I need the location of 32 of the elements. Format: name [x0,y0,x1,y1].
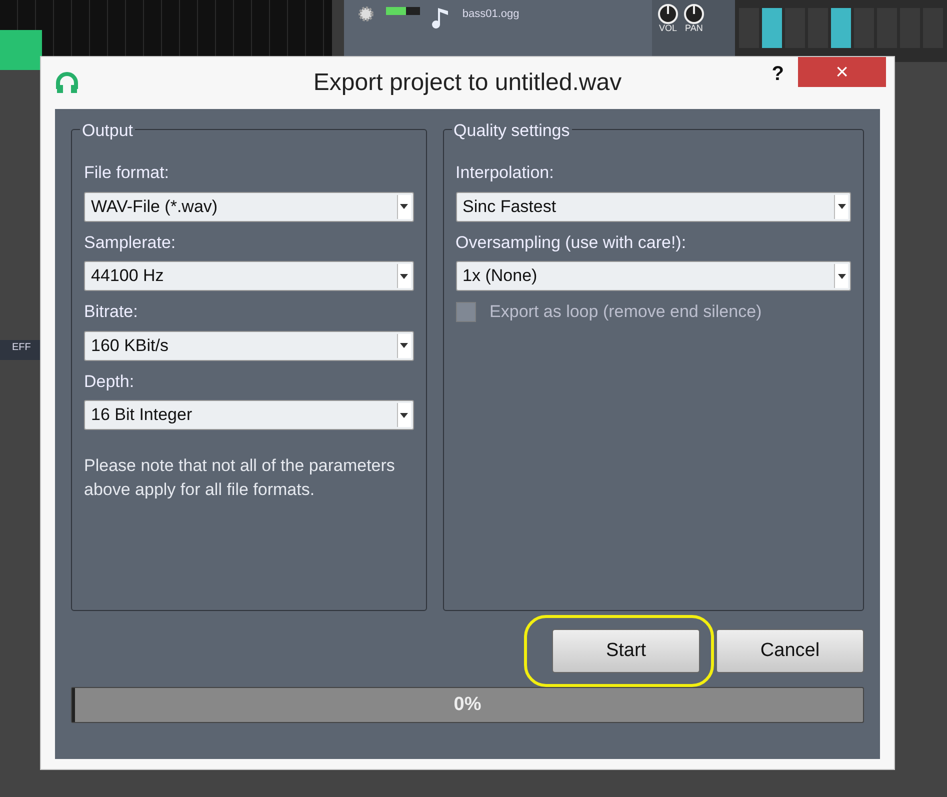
field-label: File format: [84,162,170,184]
app-logo-icon [55,71,79,95]
dropdown[interactable]: 1x (None) [456,261,851,291]
window-title: Export project to untitled.wav [313,68,622,98]
track-name: bass01.ogg [462,7,520,22]
field-label: Bitrate: [84,301,139,323]
step-button[interactable] [762,8,782,48]
cancel-button[interactable]: Cancel [716,629,864,673]
gear-icon[interactable] [358,6,374,22]
field-label: Depth: [84,370,136,392]
dropdown[interactable]: 16 Bit Integer [84,400,414,430]
pattern-block [0,30,42,70]
music-note-icon [432,6,450,30]
start-button[interactable]: Start [552,629,700,673]
progress-text: 0% [454,692,482,717]
field-label: Interpolation: [456,162,555,184]
knob-label: PAN [685,24,703,33]
dropdown[interactable]: 44100 Hz [84,261,414,291]
dropdown[interactable]: Sinc Fastest [456,192,851,222]
field-label: Oversampling (use with care!): [456,232,688,254]
led-icon [386,6,420,16]
knob-icon[interactable] [684,4,704,24]
dropdown[interactable]: 160 KBit/s [84,330,414,360]
help-button[interactable]: ? [772,59,784,89]
step-button[interactable] [831,8,851,48]
field-label: Samplerate: [84,232,177,254]
dropdown[interactable]: WAV-File (*.wav) [84,192,414,222]
checkbox-label: Export as loop (remove end silence) [490,301,762,323]
note-text: Please note that not all of the parameters above apply for all file formats. [84,455,396,501]
knob-label: VOL [658,24,677,33]
knob-icon[interactable] [658,4,678,24]
close-button[interactable]: × [798,57,886,87]
